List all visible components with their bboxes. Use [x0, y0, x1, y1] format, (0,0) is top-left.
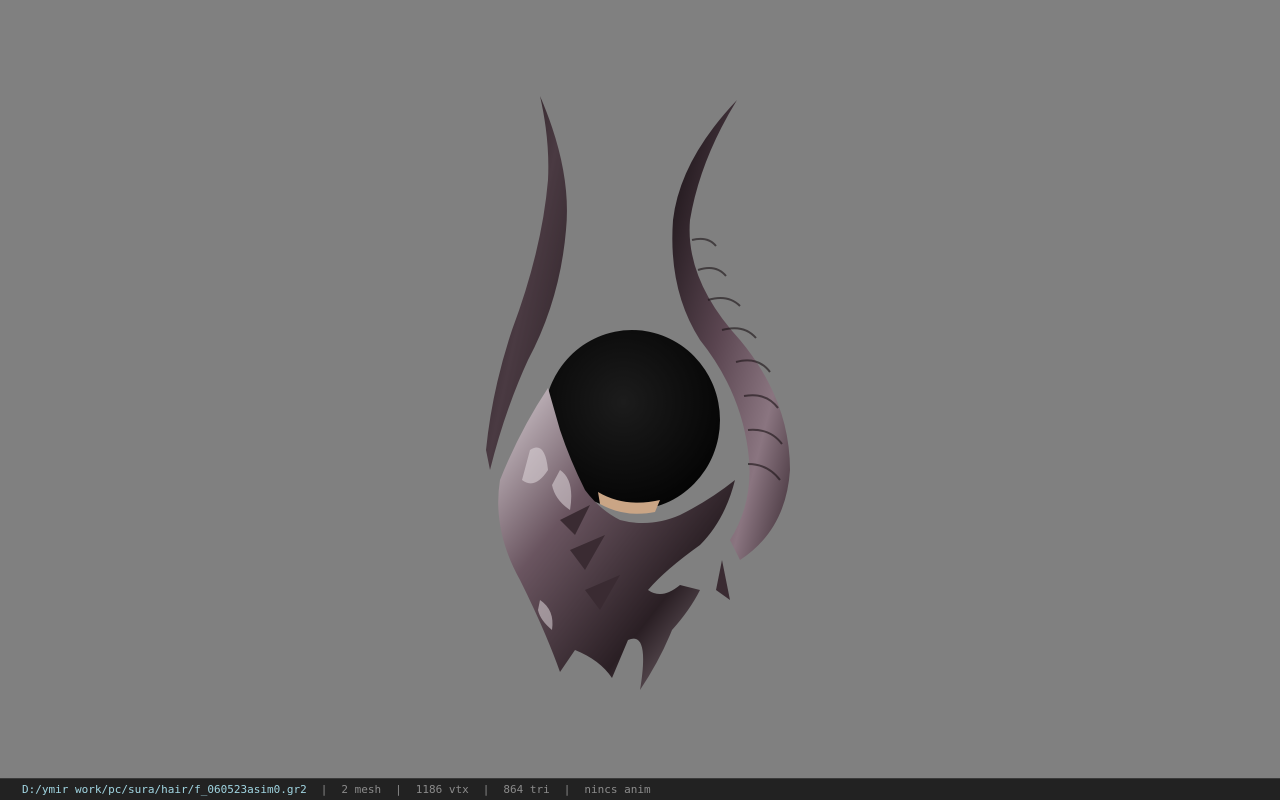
- vertex-count: 1186 vtx: [415, 783, 469, 796]
- horned-helmet-model[interactable]: [0, 0, 1280, 778]
- triangle-count: 864 tri: [503, 783, 550, 796]
- animation-status: nincs anim: [584, 783, 651, 796]
- mesh-count: 2 mesh: [341, 783, 382, 796]
- 3d-viewport[interactable]: [0, 0, 1280, 778]
- separator: |: [320, 783, 328, 796]
- file-path: D:/ymir work/pc/sura/hair/f_060523asim0.…: [22, 783, 307, 796]
- separator: |: [563, 783, 571, 796]
- separator: |: [395, 783, 402, 796]
- separator: |: [482, 783, 490, 796]
- status-bar: D:/ymir work/pc/sura/hair/f_060523asim0.…: [0, 778, 1280, 800]
